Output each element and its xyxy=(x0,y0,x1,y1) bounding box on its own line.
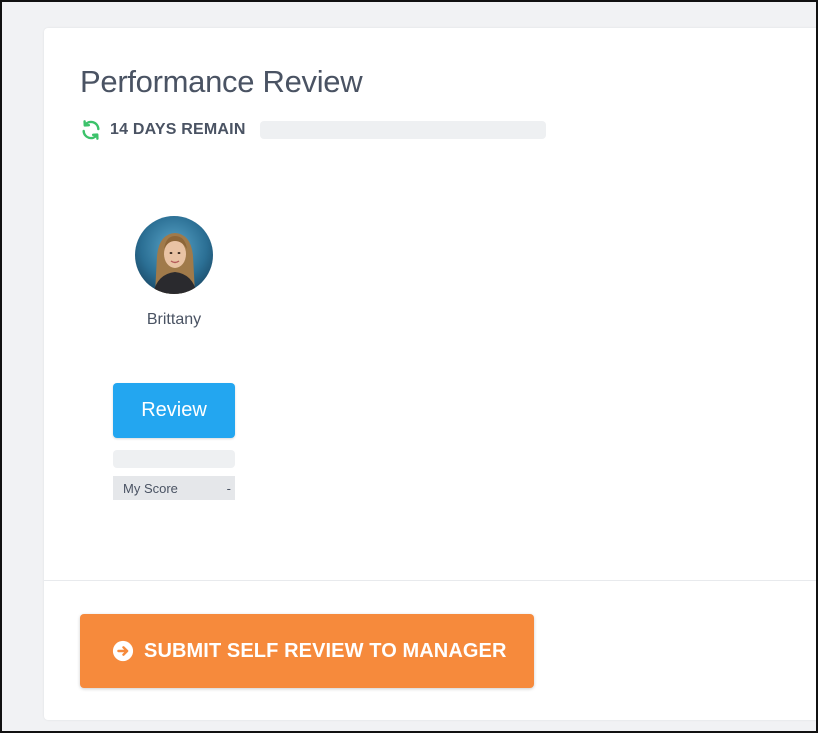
status-row: 14 DAYS REMAIN xyxy=(80,118,546,142)
review-button[interactable]: Review xyxy=(113,383,235,438)
page-title: Performance Review xyxy=(80,64,363,99)
score-placeholder-bar xyxy=(113,450,235,468)
divider xyxy=(44,580,816,581)
app-frame: Performance Review 14 DAYS REMAIN Britta… xyxy=(0,0,818,733)
employee-profile: Brittany xyxy=(112,216,236,329)
my-score-row: My Score - xyxy=(113,476,235,500)
submit-self-review-button[interactable]: SUBMIT SELF REVIEW TO MANAGER xyxy=(80,614,534,688)
refresh-icon xyxy=(80,119,102,141)
review-card: Performance Review 14 DAYS REMAIN Britta… xyxy=(44,28,816,720)
my-score-label: My Score xyxy=(123,480,178,496)
arrow-right-circle-icon xyxy=(112,640,134,662)
submit-button-label: SUBMIT SELF REVIEW TO MANAGER xyxy=(144,639,507,662)
days-remaining-text: 14 DAYS REMAIN xyxy=(110,121,246,138)
avatar[interactable] xyxy=(135,216,213,294)
my-score-value: - xyxy=(226,480,231,496)
employee-name: Brittany xyxy=(146,311,202,328)
progress-bar xyxy=(259,121,546,139)
